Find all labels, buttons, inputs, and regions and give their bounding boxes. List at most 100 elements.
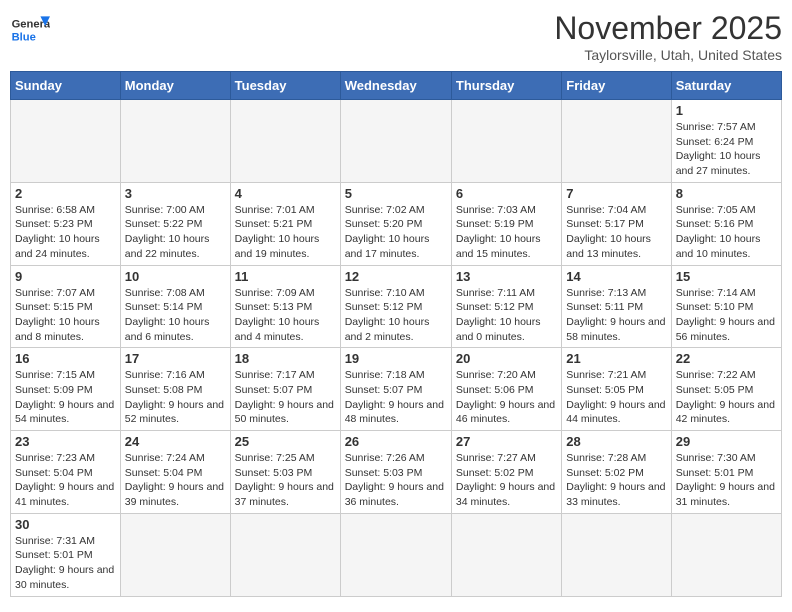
calendar-cell: 19 Sunrise: 7:18 AM Sunset: 5:07 PM Dayli… (340, 348, 451, 431)
day-info: Sunrise: 7:26 AM Sunset: 5:03 PM Dayligh… (345, 451, 447, 510)
day-number: 19 (345, 351, 447, 366)
day-info: Sunrise: 7:24 AM Sunset: 5:04 PM Dayligh… (125, 451, 226, 510)
calendar-week-row: 2 Sunrise: 6:58 AM Sunset: 5:23 PM Daylig… (11, 182, 782, 265)
day-number: 29 (676, 434, 777, 449)
day-number: 11 (235, 269, 336, 284)
weekday-header: Saturday (671, 72, 781, 100)
calendar-cell (671, 513, 781, 596)
calendar-cell: 4 Sunrise: 7:01 AM Sunset: 5:21 PM Daylig… (230, 182, 340, 265)
day-number: 21 (566, 351, 666, 366)
calendar-cell: 2 Sunrise: 6:58 AM Sunset: 5:23 PM Daylig… (11, 182, 121, 265)
day-number: 8 (676, 186, 777, 201)
day-number: 16 (15, 351, 116, 366)
svg-text:Blue: Blue (12, 31, 36, 43)
calendar-cell (230, 513, 340, 596)
day-number: 22 (676, 351, 777, 366)
calendar-cell (340, 513, 451, 596)
day-number: 28 (566, 434, 666, 449)
location: Taylorsville, Utah, United States (554, 47, 782, 63)
calendar-cell: 29 Sunrise: 7:30 AM Sunset: 5:01 PM Dayli… (671, 431, 781, 514)
day-number: 1 (676, 103, 777, 118)
calendar-cell: 20Sunrise: 7:20 AM Sunset: 5:06 PM Dayli… (451, 348, 561, 431)
calendar-cell: 6Sunrise: 7:03 AM Sunset: 5:19 PM Daylig… (451, 182, 561, 265)
calendar-week-row: 16 Sunrise: 7:15 AM Sunset: 5:09 PM Dayli… (11, 348, 782, 431)
calendar-cell: 22 Sunrise: 7:22 AM Sunset: 5:05 PM Dayli… (671, 348, 781, 431)
weekday-header: Wednesday (340, 72, 451, 100)
calendar-cell: 25 Sunrise: 7:25 AM Sunset: 5:03 PM Dayli… (230, 431, 340, 514)
day-number: 9 (15, 269, 116, 284)
day-info: Sunrise: 7:14 AM Sunset: 5:10 PM Dayligh… (676, 286, 777, 345)
day-number: 30 (15, 517, 116, 532)
weekday-header: Thursday (451, 72, 561, 100)
day-info: Sunrise: 7:15 AM Sunset: 5:09 PM Dayligh… (15, 368, 116, 427)
day-info: Sunrise: 7:30 AM Sunset: 5:01 PM Dayligh… (676, 451, 777, 510)
day-info: Sunrise: 7:23 AM Sunset: 5:04 PM Dayligh… (15, 451, 116, 510)
calendar-cell: 16 Sunrise: 7:15 AM Sunset: 5:09 PM Dayli… (11, 348, 121, 431)
calendar-cell (11, 100, 121, 183)
calendar-cell (230, 100, 340, 183)
calendar-week-row: 30Sunrise: 7:31 AM Sunset: 5:01 PM Dayli… (11, 513, 782, 596)
calendar-cell: 15 Sunrise: 7:14 AM Sunset: 5:10 PM Dayli… (671, 265, 781, 348)
weekday-header: Tuesday (230, 72, 340, 100)
calendar-cell: 11 Sunrise: 7:09 AM Sunset: 5:13 PM Dayli… (230, 265, 340, 348)
day-info: Sunrise: 7:13 AM Sunset: 5:11 PM Dayligh… (566, 286, 666, 345)
day-info: Sunrise: 7:08 AM Sunset: 5:14 PM Dayligh… (125, 286, 226, 345)
day-info: Sunrise: 6:58 AM Sunset: 5:23 PM Dayligh… (15, 203, 116, 262)
day-number: 4 (235, 186, 336, 201)
calendar-cell (562, 100, 671, 183)
day-info: Sunrise: 7:22 AM Sunset: 5:05 PM Dayligh… (676, 368, 777, 427)
calendar-week-row: 9 Sunrise: 7:07 AM Sunset: 5:15 PM Daylig… (11, 265, 782, 348)
calendar-cell: 21Sunrise: 7:21 AM Sunset: 5:05 PM Dayli… (562, 348, 671, 431)
calendar-cell: 9 Sunrise: 7:07 AM Sunset: 5:15 PM Daylig… (11, 265, 121, 348)
day-number: 18 (235, 351, 336, 366)
calendar-cell: 18Sunrise: 7:17 AM Sunset: 5:07 PM Dayli… (230, 348, 340, 431)
day-number: 15 (676, 269, 777, 284)
day-number: 17 (125, 351, 226, 366)
calendar-cell (340, 100, 451, 183)
day-info: Sunrise: 7:25 AM Sunset: 5:03 PM Dayligh… (235, 451, 336, 510)
calendar-cell: 26 Sunrise: 7:26 AM Sunset: 5:03 PM Dayli… (340, 431, 451, 514)
calendar-cell: 1 Sunrise: 7:57 AM Sunset: 6:24 PM Daylig… (671, 100, 781, 183)
day-info: Sunrise: 7:03 AM Sunset: 5:19 PM Dayligh… (456, 203, 557, 262)
calendar-cell: 14 Sunrise: 7:13 AM Sunset: 5:11 PM Dayli… (562, 265, 671, 348)
day-info: Sunrise: 7:10 AM Sunset: 5:12 PM Dayligh… (345, 286, 447, 345)
calendar-cell: 12Sunrise: 7:10 AM Sunset: 5:12 PM Dayli… (340, 265, 451, 348)
day-info: Sunrise: 7:09 AM Sunset: 5:13 PM Dayligh… (235, 286, 336, 345)
calendar-cell (120, 100, 230, 183)
day-number: 27 (456, 434, 557, 449)
day-number: 2 (15, 186, 116, 201)
day-info: Sunrise: 7:18 AM Sunset: 5:07 PM Dayligh… (345, 368, 447, 427)
weekday-header: Monday (120, 72, 230, 100)
day-number: 5 (345, 186, 447, 201)
calendar-cell (451, 100, 561, 183)
calendar-cell: 7Sunrise: 7:04 AM Sunset: 5:17 PM Daylig… (562, 182, 671, 265)
day-info: Sunrise: 7:01 AM Sunset: 5:21 PM Dayligh… (235, 203, 336, 262)
month-title: November 2025 (554, 10, 782, 47)
day-number: 25 (235, 434, 336, 449)
day-info: Sunrise: 7:16 AM Sunset: 5:08 PM Dayligh… (125, 368, 226, 427)
calendar-cell: 23 Sunrise: 7:23 AM Sunset: 5:04 PM Dayli… (11, 431, 121, 514)
calendar-table: SundayMondayTuesdayWednesdayThursdayFrid… (10, 71, 782, 597)
day-number: 14 (566, 269, 666, 284)
day-info: Sunrise: 7:57 AM Sunset: 6:24 PM Dayligh… (676, 120, 777, 179)
day-number: 26 (345, 434, 447, 449)
day-number: 23 (15, 434, 116, 449)
day-number: 13 (456, 269, 557, 284)
weekday-header-row: SundayMondayTuesdayWednesdayThursdayFrid… (11, 72, 782, 100)
day-number: 7 (566, 186, 666, 201)
day-number: 3 (125, 186, 226, 201)
weekday-header: Sunday (11, 72, 121, 100)
calendar-week-row: 23 Sunrise: 7:23 AM Sunset: 5:04 PM Dayli… (11, 431, 782, 514)
title-block: November 2025 Taylorsville, Utah, United… (554, 10, 782, 63)
calendar-cell: 17 Sunrise: 7:16 AM Sunset: 5:08 PM Dayli… (120, 348, 230, 431)
calendar-cell: 30Sunrise: 7:31 AM Sunset: 5:01 PM Dayli… (11, 513, 121, 596)
page-header: General Blue November 2025 Taylorsville,… (10, 10, 782, 63)
weekday-header: Friday (562, 72, 671, 100)
calendar-cell (562, 513, 671, 596)
day-info: Sunrise: 7:00 AM Sunset: 5:22 PM Dayligh… (125, 203, 226, 262)
day-info: Sunrise: 7:05 AM Sunset: 5:16 PM Dayligh… (676, 203, 777, 262)
day-info: Sunrise: 7:28 AM Sunset: 5:02 PM Dayligh… (566, 451, 666, 510)
day-info: Sunrise: 7:27 AM Sunset: 5:02 PM Dayligh… (456, 451, 557, 510)
day-number: 20 (456, 351, 557, 366)
day-info: Sunrise: 7:07 AM Sunset: 5:15 PM Dayligh… (15, 286, 116, 345)
